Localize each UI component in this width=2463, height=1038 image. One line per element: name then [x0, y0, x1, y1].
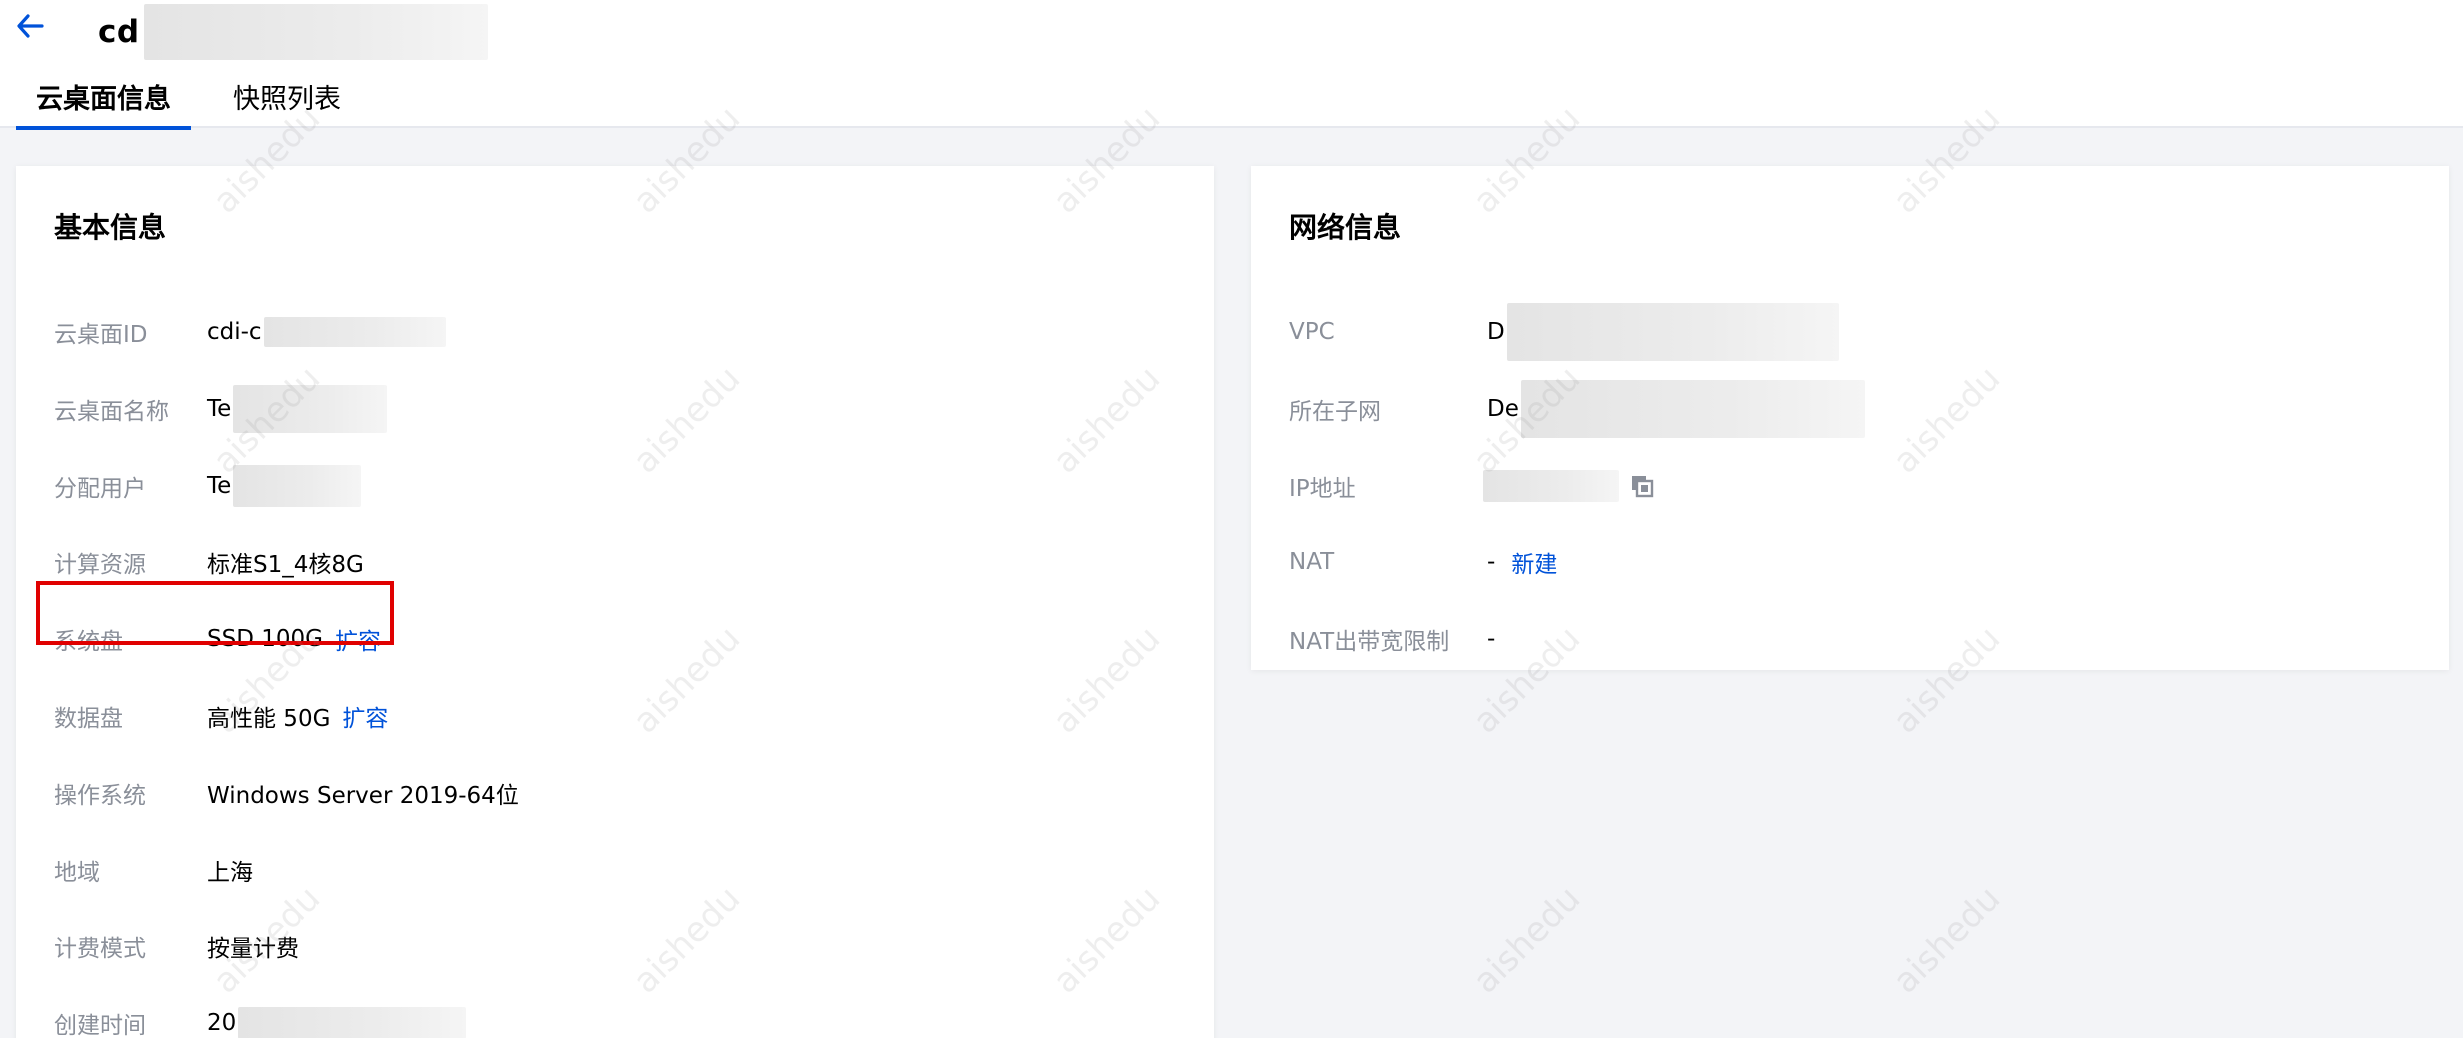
redacted-value [238, 1007, 467, 1038]
network-info-card: 网络信息 VPC D 所在子网 De IP地址 NAT - 新建 NAT出带宽限… [1251, 166, 2449, 670]
watermark-text: aishedu [1885, 878, 2009, 1002]
page-title: cd [98, 4, 488, 60]
row-value: SSD 100G 扩容 [207, 622, 381, 656]
desktop-name-value: Te [207, 396, 232, 422]
row-vpc: VPC D [1289, 303, 1839, 361]
row-desktop-name: 云桌面名称 Te [54, 385, 388, 433]
subnet-value: De [1487, 396, 1519, 422]
os-value: Windows Server 2019-64位 [207, 783, 519, 809]
row-label: 计算资源 [54, 552, 146, 578]
row-label: 创建时间 [54, 1013, 146, 1038]
page-title-text: cd [98, 14, 140, 50]
row-value: Te [207, 385, 388, 433]
expand-system-disk-link[interactable]: 扩容 [335, 622, 381, 656]
basic-info-title: 基本信息 [54, 211, 167, 244]
redacted-value [1520, 380, 1865, 438]
copy-ip-button[interactable] [1629, 473, 1655, 499]
assigned-user-value: Te [207, 473, 232, 499]
watermark-text: aishedu [1465, 878, 1589, 1002]
compute-resource-value: 标准S1_4核8G [207, 552, 364, 578]
row-label: 计费模式 [54, 936, 146, 962]
row-value [1483, 470, 1655, 502]
row-label: VPC [1289, 319, 1335, 345]
copy-icon [1632, 476, 1654, 498]
row-label: 云桌面名称 [54, 399, 169, 425]
redacted-value [233, 465, 362, 507]
nat-bandwidth-value: - [1487, 626, 1496, 652]
row-ip-address: IP地址 [1289, 462, 1655, 510]
row-value: - 新建 [1487, 545, 1557, 579]
data-disk-value: 高性能 50G [207, 706, 331, 732]
row-label: 数据盘 [54, 706, 123, 732]
row-label: 云桌面ID [54, 322, 148, 348]
create-nat-link[interactable]: 新建 [1511, 545, 1557, 579]
row-created-time: 创建时间 20 [54, 999, 467, 1038]
row-label: 分配用户 [54, 476, 146, 502]
network-info-title: 网络信息 [1289, 211, 1402, 244]
back-button[interactable] [10, 6, 50, 46]
basic-info-card: 基本信息 云桌面ID cdi-c 云桌面名称 Te 分配用户 Te 计算资源 标… [16, 166, 1214, 1038]
system-disk-value: SSD 100G [207, 626, 323, 652]
row-label: 地域 [54, 860, 100, 886]
row-system-disk: 系统盘 SSD 100G 扩容 [54, 615, 381, 663]
redacted-value [233, 385, 388, 433]
region-value: 上海 [207, 860, 253, 886]
tab-desktop-info[interactable]: 云桌面信息 [16, 74, 191, 130]
created-time-value: 20 [207, 1010, 237, 1036]
row-subnet: 所在子网 De [1289, 380, 1865, 438]
redacted-value [263, 317, 446, 347]
row-region: 地域 上海 [54, 846, 253, 894]
row-nat: NAT - 新建 [1289, 538, 1557, 586]
row-value: 高性能 50G 扩容 [207, 699, 388, 733]
desktop-id-value: cdi-c [207, 319, 262, 345]
row-label: IP地址 [1289, 476, 1356, 502]
row-value: cdi-c [207, 317, 446, 347]
row-billing-mode: 计费模式 按量计费 [54, 922, 299, 970]
row-label: 操作系统 [54, 783, 146, 809]
billing-mode-value: 按量计费 [207, 936, 299, 962]
row-assigned-user: 分配用户 Te [54, 462, 362, 510]
redacted-value [1483, 470, 1619, 502]
row-desktop-id: 云桌面ID cdi-c [54, 308, 446, 356]
tab-snapshot-list[interactable]: 快照列表 [213, 74, 361, 128]
row-os: 操作系统 Windows Server 2019-64位 [54, 769, 519, 817]
tab-bar: 云桌面信息 快照列表 [16, 74, 361, 130]
top-bar: cd 云桌面信息 快照列表 [0, 0, 2463, 130]
row-value: De [1487, 380, 1865, 438]
redacted-value [1506, 303, 1839, 361]
row-label: NAT [1289, 549, 1335, 575]
row-data-disk: 数据盘 高性能 50G 扩容 [54, 692, 388, 740]
row-label: 系统盘 [54, 629, 123, 655]
row-value: Te [207, 465, 362, 507]
row-value: 20 [207, 1007, 467, 1038]
nat-value: - [1487, 549, 1496, 575]
row-value: D [1487, 303, 1839, 361]
row-nat-bandwidth: NAT出带宽限制 - [1289, 615, 1495, 663]
arrow-left-icon [17, 14, 44, 38]
row-label: 所在子网 [1289, 399, 1381, 425]
vpc-value: D [1487, 319, 1505, 345]
expand-data-disk-link[interactable]: 扩容 [342, 699, 388, 733]
row-label: NAT出带宽限制 [1289, 629, 1450, 655]
redacted-title [143, 4, 488, 60]
row-compute-resource: 计算资源 标准S1_4核8G [54, 538, 364, 586]
